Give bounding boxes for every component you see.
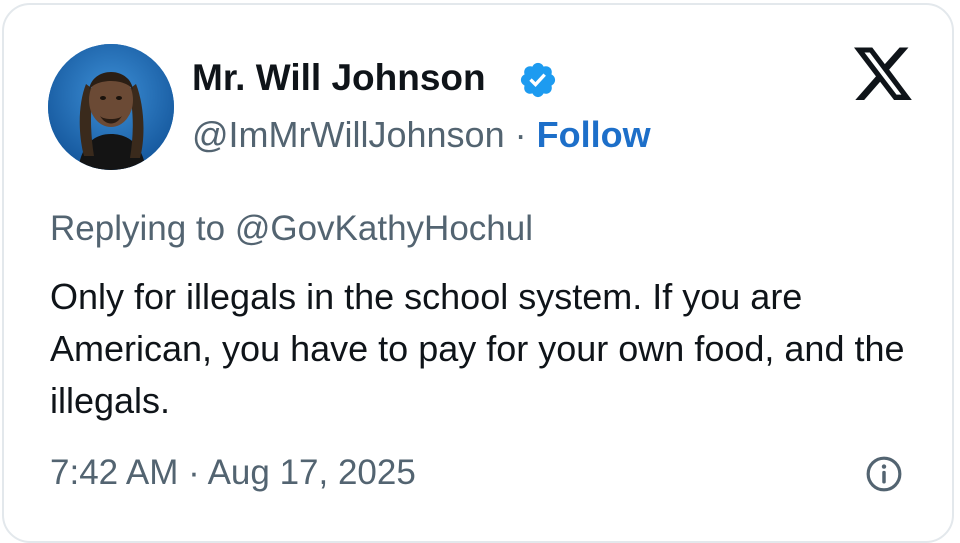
replying-to-mention[interactable]: @GovKathyHochul bbox=[235, 209, 533, 248]
replying-to-line: Replying to @GovKathyHochul bbox=[50, 207, 533, 251]
verified-badge-icon bbox=[520, 62, 556, 98]
follow-button[interactable]: Follow bbox=[537, 114, 651, 155]
x-logo-icon[interactable] bbox=[854, 47, 914, 103]
author-display-name[interactable]: Mr. Will Johnson bbox=[192, 56, 486, 100]
info-icon[interactable] bbox=[865, 455, 903, 493]
avatar-photo bbox=[48, 44, 174, 170]
author-handle-row: @ImMrWillJohnson · Follow bbox=[192, 113, 651, 157]
author-handle[interactable]: @ImMrWillJohnson bbox=[192, 114, 505, 155]
tweet-text: Only for illegals in the school system. … bbox=[50, 276, 905, 421]
author-avatar[interactable] bbox=[48, 44, 174, 170]
replying-prefix: Replying to bbox=[50, 209, 235, 248]
tweet-timestamp[interactable]: 7:42 AM · Aug 17, 2025 bbox=[50, 451, 416, 495]
tweet-card: Mr. Will Johnson @ImMrWillJohnson · Foll… bbox=[2, 3, 954, 543]
handle-separator: · bbox=[504, 114, 537, 155]
